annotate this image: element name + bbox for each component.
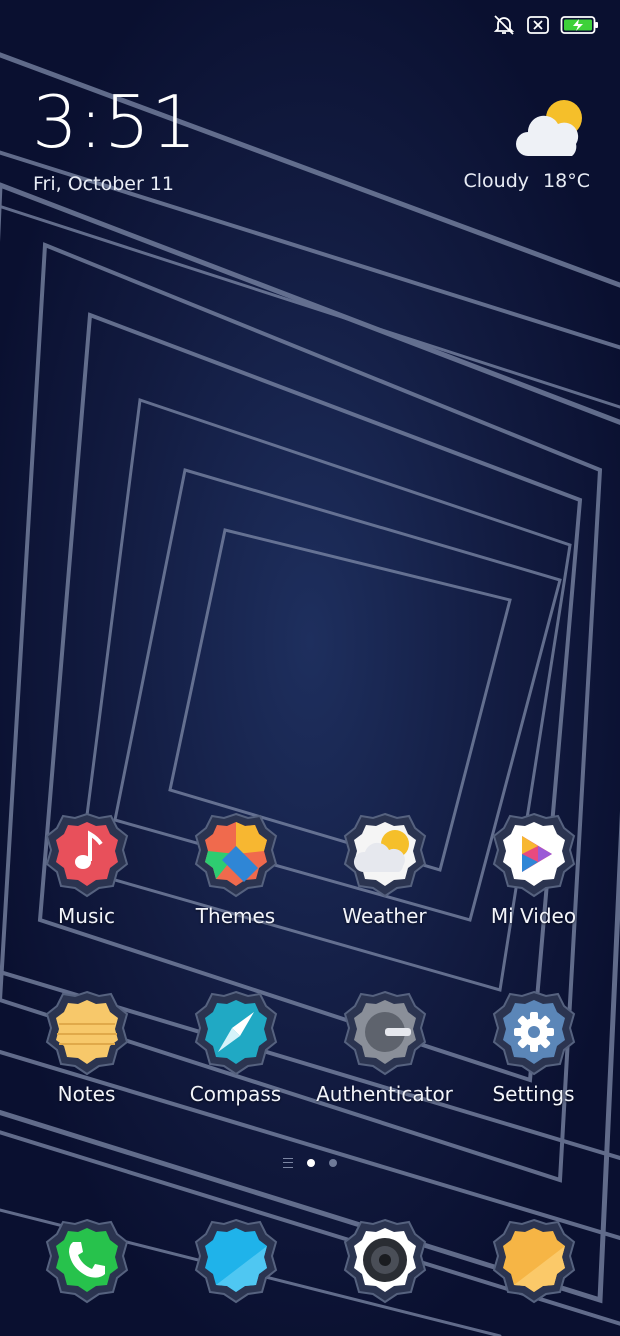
dock-camera[interactable] — [310, 1212, 459, 1308]
battery-charging-icon — [560, 16, 598, 34]
menu-lines-icon[interactable] — [283, 1158, 293, 1168]
app-themes[interactable]: Themes — [161, 806, 310, 984]
app-label: Music — [58, 904, 115, 928]
partly-cloudy-icon — [516, 100, 582, 156]
app-compass[interactable]: Compass — [161, 984, 310, 1162]
app-music[interactable]: Music — [12, 806, 161, 984]
music-app-icon — [39, 806, 135, 902]
dock-gallery[interactable] — [459, 1212, 608, 1308]
page-dot-active[interactable] — [307, 1159, 315, 1167]
app-label: Notes — [57, 1082, 116, 1106]
page-dot[interactable] — [329, 1159, 337, 1167]
weather-temperature: 18°C — [543, 170, 590, 192]
app-mi-video[interactable]: Mi Video — [459, 806, 608, 984]
sim-none-icon — [527, 16, 549, 34]
play-app-icon — [486, 806, 582, 902]
gallery-icon — [486, 1212, 582, 1308]
clock-time[interactable]: 3:51 — [32, 86, 198, 158]
weather-info: Cloudy 18°C — [464, 170, 590, 192]
app-label: Compass — [189, 1082, 282, 1106]
app-label: Mi Video — [490, 904, 577, 928]
app-grid: Music Themes Weather Mi Video Notes Comp… — [12, 806, 608, 1162]
notes-app-icon — [39, 984, 135, 1080]
sun-cloud-app-icon — [337, 806, 433, 902]
page-indicator[interactable] — [0, 1158, 620, 1168]
themes-app-icon — [188, 806, 284, 902]
weather-widget[interactable]: Cloudy 18°C — [430, 98, 590, 198]
app-label: Settings — [492, 1082, 575, 1106]
authenticator-app-icon — [337, 984, 433, 1080]
clock-date[interactable]: Fri, October 11 — [33, 173, 174, 195]
app-row: Music Themes Weather Mi Video — [12, 806, 608, 984]
dock-phone[interactable] — [12, 1212, 161, 1308]
dock-messages[interactable] — [161, 1212, 310, 1308]
camera-icon — [337, 1212, 433, 1308]
status-bar — [492, 14, 600, 36]
compass-app-icon — [188, 984, 284, 1080]
phone-icon — [39, 1212, 135, 1308]
app-notes[interactable]: Notes — [12, 984, 161, 1162]
gear-app-icon — [486, 984, 582, 1080]
app-row: Notes Compass Authenticator Settings — [12, 984, 608, 1162]
dock — [12, 1212, 608, 1308]
app-label: Themes — [195, 904, 276, 928]
bell-off-icon — [493, 15, 515, 35]
app-weather[interactable]: Weather — [310, 806, 459, 984]
message-icon — [188, 1212, 284, 1308]
app-settings[interactable]: Settings — [459, 984, 608, 1162]
app-authenticator[interactable]: Authenticator — [310, 984, 459, 1162]
app-label: Authenticator — [316, 1082, 453, 1106]
app-label: Weather — [342, 904, 427, 928]
weather-condition: Cloudy — [463, 170, 530, 192]
